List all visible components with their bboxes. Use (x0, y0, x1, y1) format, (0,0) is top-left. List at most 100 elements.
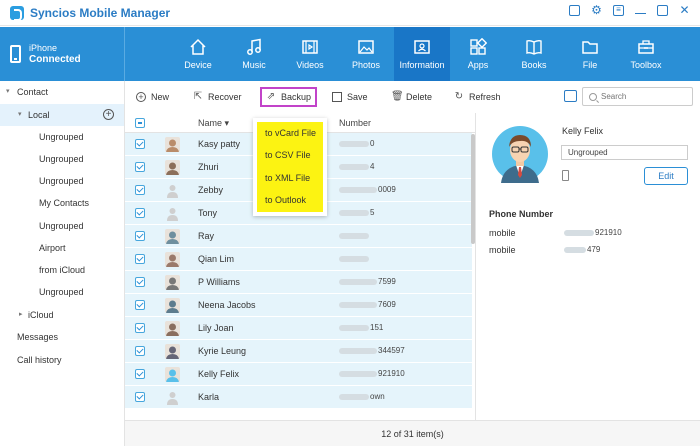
row-checkbox[interactable] (135, 392, 145, 402)
contact-name-cell: Neena Jacobs (198, 300, 256, 310)
redacted-digits (339, 278, 377, 285)
film-icon (302, 40, 318, 54)
tab-books[interactable]: Books (506, 27, 562, 81)
backup-button[interactable]: ⇗ Backup (260, 87, 318, 107)
menu-item-xml[interactable]: to XML File (265, 173, 310, 183)
contact-avatar-icon (165, 344, 180, 359)
select-all-checkbox[interactable] (135, 118, 145, 128)
table-row[interactable]: Neena Jacobs 7609 (125, 294, 472, 317)
menu-item-vcard[interactable]: to vCard File (265, 128, 316, 138)
row-checkbox[interactable] (135, 277, 145, 287)
tab-toolbox[interactable]: Toolbox (618, 27, 674, 81)
redacted-digits (339, 163, 369, 170)
tab-information[interactable]: Information (394, 27, 450, 81)
column-header-number[interactable]: Number (339, 118, 371, 128)
table-row[interactable]: Qian Lim (125, 248, 472, 271)
table-row[interactable]: Karla own (125, 386, 472, 409)
restore-window-icon[interactable] (569, 5, 580, 16)
row-checkbox[interactable] (135, 185, 145, 195)
contact-name-cell: Ray (198, 231, 215, 241)
delete-button[interactable]: 🗑 Delete (391, 88, 432, 106)
sidebar-item-icloud[interactable]: ▸ iCloud (0, 304, 124, 326)
contact-name-cell: Zhuri (198, 162, 219, 172)
add-group-icon[interactable]: + (103, 109, 114, 120)
row-checkbox[interactable] (135, 231, 145, 241)
redacted-digits (339, 370, 377, 377)
contact-avatar-icon (165, 275, 180, 290)
row-checkbox[interactable] (135, 162, 145, 172)
tab-music[interactable]: Music (226, 27, 282, 81)
contact-name-cell: Kyrie Leung (198, 346, 247, 356)
sidebar-item-group[interactable]: Ungrouped (0, 170, 124, 192)
contact-number-cell: 344597 (339, 346, 405, 355)
search-input[interactable] (601, 92, 686, 101)
sidebar-item-local[interactable]: ▾ Local + (0, 104, 124, 126)
table-row[interactable]: Kelly Felix 921910 (125, 363, 472, 386)
contact-number-cell: 7599 (339, 277, 396, 286)
sidebar-item-group[interactable]: Ungrouped (0, 281, 124, 303)
table-row[interactable]: Kyrie Leung 344597 (125, 340, 472, 363)
row-checkbox[interactable] (135, 139, 145, 149)
sidebar-item-contact[interactable]: ▾ Contact (0, 81, 124, 103)
redacted-digits (339, 255, 369, 262)
tab-file[interactable]: File (562, 27, 618, 81)
settings-gear-icon[interactable]: ⚙ (591, 4, 602, 16)
row-checkbox[interactable] (135, 254, 145, 264)
column-header-name[interactable]: Name ▾ (198, 118, 229, 129)
tab-photos[interactable]: Photos (338, 27, 394, 81)
sidebar-item-messages[interactable]: Messages (0, 326, 124, 348)
new-button[interactable]: + New (136, 88, 169, 106)
print-icon[interactable] (564, 90, 577, 102)
refresh-icon: ↻ (454, 91, 464, 102)
row-checkbox[interactable] (135, 300, 145, 310)
maximize-icon[interactable] (657, 5, 668, 16)
redacted-digits (339, 347, 377, 354)
redacted-digits (339, 209, 369, 216)
contact-avatar-icon (165, 206, 180, 221)
table-row[interactable]: P Williams 7599 (125, 271, 472, 294)
sidebar-item-group[interactable]: My Contacts (0, 192, 124, 214)
save-button[interactable]: Save (332, 88, 368, 106)
contact-name-cell: Lily Joan (198, 323, 234, 333)
search-box (582, 87, 693, 106)
contact-number-cell (339, 254, 370, 263)
row-checkbox[interactable] (135, 369, 145, 379)
refresh-button[interactable]: ↻ Refresh (454, 88, 501, 106)
table-row[interactable]: Lily Joan 151 (125, 317, 472, 340)
sidebar-item-group[interactable]: Ungrouped (0, 215, 124, 237)
tab-videos[interactable]: Videos (282, 27, 338, 81)
edit-button[interactable]: Edit (644, 167, 688, 185)
group-select[interactable]: Ungrouped (561, 145, 688, 160)
row-checkbox[interactable] (135, 346, 145, 356)
sidebar-item-group[interactable]: Ungrouped (0, 126, 124, 148)
menu-item-outlook[interactable]: to Outlook (265, 195, 306, 205)
main-nav: iPhone Connected Device Music Videos Pho… (0, 27, 700, 81)
contact-number-cell: 4 (339, 162, 374, 171)
sidebar-item-call-history[interactable]: Call history (0, 349, 124, 371)
redacted-digits (339, 140, 369, 147)
close-icon[interactable]: ✕ (679, 4, 690, 16)
redacted-digits (339, 301, 377, 308)
contact-avatar-icon (165, 321, 180, 336)
device-info[interactable]: iPhone Connected (0, 27, 125, 81)
phone-label: mobile (489, 228, 516, 238)
contact-name-cell: Karla (198, 392, 220, 402)
menu-icon[interactable]: ≡ (613, 5, 624, 16)
sidebar-item-group[interactable]: Ungrouped (0, 148, 124, 170)
tab-device[interactable]: Device (170, 27, 226, 81)
phone-icon (562, 170, 569, 181)
caret-down-icon: ▾ (18, 111, 22, 118)
minimize-icon[interactable] (635, 8, 646, 14)
table-row[interactable]: Ray (125, 225, 472, 248)
phone-value: 921910 (564, 228, 622, 237)
contact-name-cell: Kelly Felix (198, 369, 240, 379)
sidebar-item-group[interactable]: from iCloud (0, 259, 124, 281)
contact-number-cell (339, 231, 370, 240)
row-checkbox[interactable] (135, 208, 145, 218)
row-checkbox[interactable] (135, 323, 145, 333)
recover-button[interactable]: ⇱ Recover (193, 88, 242, 106)
sidebar-item-group[interactable]: Airport (0, 237, 124, 259)
menu-item-csv[interactable]: to CSV File (265, 150, 311, 160)
contact-number-cell: 151 (339, 323, 383, 332)
tab-apps[interactable]: Apps (450, 27, 506, 81)
